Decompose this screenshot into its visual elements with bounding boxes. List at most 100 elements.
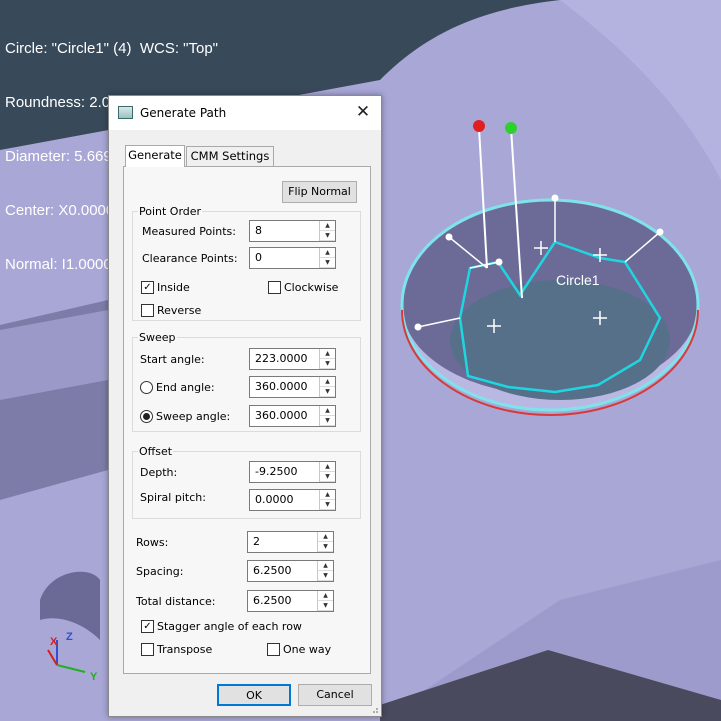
flip-normal-button[interactable]: Flip Normal [282, 181, 357, 203]
stagger-label[interactable]: Stagger angle of each row [157, 620, 302, 633]
dialog-titlebar[interactable]: Generate Path ✕ [109, 96, 381, 130]
stepper-up-icon[interactable]: ▲ [320, 406, 335, 416]
axis-z-label: Z [66, 631, 73, 643]
stepper-up-icon[interactable]: ▲ [320, 462, 335, 472]
stepper-down-icon[interactable]: ▼ [320, 231, 335, 241]
one-way-label[interactable]: One way [283, 643, 331, 656]
close-icon[interactable]: ✕ [353, 102, 373, 122]
cancel-button[interactable]: Cancel [298, 684, 372, 706]
stepper-arrows[interactable]: ▲ ▼ [317, 532, 333, 552]
clearance-points-value[interactable]: 0 [255, 251, 262, 264]
axis-y-label: Y [90, 671, 98, 683]
hole-bottom [450, 280, 670, 400]
start-angle-label: Start angle: [140, 353, 205, 366]
tab-cmm-settings[interactable]: CMM Settings [186, 146, 274, 166]
start-angle-stepper[interactable]: 223.0000 ▲ ▼ [249, 348, 336, 370]
clearance-points-stepper[interactable]: 0 ▲ ▼ [249, 247, 336, 269]
probe-tip [414, 323, 422, 331]
stepper-arrows[interactable]: ▲ ▼ [319, 462, 335, 482]
spacing-stepper[interactable]: 6.2500 ▲ ▼ [247, 560, 334, 582]
probe-tip [551, 194, 559, 202]
total-distance-value[interactable]: 6.2500 [253, 594, 292, 607]
stepper-up-icon[interactable]: ▲ [320, 349, 335, 359]
end-angle-stepper[interactable]: 360.0000 ▲ ▼ [249, 376, 336, 398]
app-window-icon [118, 106, 133, 119]
spiral-pitch-stepper[interactable]: 0.0000 ▲ ▼ [249, 489, 336, 511]
feature-label[interactable]: Circle1 [556, 272, 600, 288]
sweep-angle-radio[interactable] [140, 410, 153, 423]
generate-tab-panel: Flip Normal Point Order Measured Points:… [123, 166, 371, 674]
one-way-checkbox[interactable] [267, 643, 280, 656]
stepper-down-icon[interactable]: ▼ [320, 500, 335, 510]
tab-generate[interactable]: Generate [125, 145, 185, 167]
stepper-up-icon[interactable]: ▲ [320, 248, 335, 258]
measured-points-label: Measured Points: [142, 225, 236, 238]
end-angle-value[interactable]: 360.0000 [255, 380, 308, 393]
reverse-checkbox[interactable] [141, 304, 154, 317]
transpose-checkbox[interactable] [141, 643, 154, 656]
stepper-arrows[interactable]: ▲ ▼ [317, 561, 333, 581]
sweep-angle-label[interactable]: Sweep angle: [156, 410, 230, 423]
stepper-down-icon[interactable]: ▼ [318, 601, 333, 611]
axis-x-label: X [50, 636, 58, 648]
stepper-up-icon[interactable]: ▲ [320, 221, 335, 231]
stepper-arrows[interactable]: ▲ ▼ [319, 349, 335, 369]
measured-points-stepper[interactable]: 8 ▲ ▼ [249, 220, 336, 242]
spiral-pitch-value[interactable]: 0.0000 [255, 493, 294, 506]
stepper-arrows[interactable]: ▲ ▼ [319, 221, 335, 241]
stagger-checkbox[interactable]: ✓ [141, 620, 154, 633]
info-circle-line: Circle: "Circle1" (4) WCS: "Top" [5, 40, 218, 57]
reverse-label[interactable]: Reverse [157, 304, 201, 317]
rows-value[interactable]: 2 [253, 535, 260, 548]
dialog-title: Generate Path [140, 106, 227, 120]
total-distance-stepper[interactable]: 6.2500 ▲ ▼ [247, 590, 334, 612]
rows-label: Rows: [136, 536, 169, 549]
depth-stepper[interactable]: -9.2500 ▲ ▼ [249, 461, 336, 483]
inside-label[interactable]: Inside [157, 281, 190, 294]
stepper-down-icon[interactable]: ▼ [320, 258, 335, 268]
stepper-up-icon[interactable]: ▲ [320, 377, 335, 387]
stepper-down-icon[interactable]: ▼ [318, 542, 333, 552]
stepper-arrows[interactable]: ▲ ▼ [317, 591, 333, 611]
offset-label: Offset [138, 445, 174, 458]
point-order-label: Point Order [138, 205, 203, 218]
clockwise-checkbox[interactable] [268, 281, 281, 294]
stepper-down-icon[interactable]: ▼ [320, 416, 335, 426]
stepper-down-icon[interactable]: ▼ [320, 359, 335, 369]
end-angle-radio[interactable] [140, 381, 153, 394]
inside-checkbox[interactable]: ✓ [141, 281, 154, 294]
stepper-up-icon[interactable]: ▲ [318, 532, 333, 542]
sweep-angle-stepper[interactable]: 360.0000 ▲ ▼ [249, 405, 336, 427]
total-distance-label: Total distance: [136, 595, 216, 608]
spacing-label: Spacing: [136, 565, 184, 578]
stepper-down-icon[interactable]: ▼ [320, 387, 335, 397]
stepper-arrows[interactable]: ▲ ▼ [319, 377, 335, 397]
probe-tip [656, 228, 664, 236]
generate-path-dialog: Generate Path ✕ Generate CMM Settings Fl… [108, 95, 382, 717]
ok-button[interactable]: OK [217, 684, 291, 706]
stepper-arrows[interactable]: ▲ ▼ [319, 406, 335, 426]
end-angle-label[interactable]: End angle: [156, 381, 215, 394]
end-point-marker[interactable] [505, 122, 517, 134]
sweep-angle-value[interactable]: 360.0000 [255, 409, 308, 422]
clockwise-label[interactable]: Clockwise [284, 281, 338, 294]
transpose-label[interactable]: Transpose [157, 643, 212, 656]
probe-tip [445, 233, 453, 241]
depth-value[interactable]: -9.2500 [255, 465, 297, 478]
start-angle-value[interactable]: 223.0000 [255, 352, 308, 365]
stepper-arrows[interactable]: ▲ ▼ [319, 248, 335, 268]
measured-points-value[interactable]: 8 [255, 224, 262, 237]
depth-label: Depth: [140, 466, 178, 479]
spacing-value[interactable]: 6.2500 [253, 564, 292, 577]
rows-stepper[interactable]: 2 ▲ ▼ [247, 531, 334, 553]
stepper-up-icon[interactable]: ▲ [318, 591, 333, 601]
stepper-down-icon[interactable]: ▼ [320, 472, 335, 482]
stepper-up-icon[interactable]: ▲ [318, 561, 333, 571]
probe-tip [495, 258, 503, 266]
stepper-up-icon[interactable]: ▲ [320, 490, 335, 500]
stepper-down-icon[interactable]: ▼ [318, 571, 333, 581]
spiral-pitch-label: Spiral pitch: [140, 491, 206, 504]
stepper-arrows[interactable]: ▲ ▼ [319, 490, 335, 510]
resize-grip-icon[interactable] [371, 706, 379, 714]
start-point-marker[interactable] [473, 120, 485, 132]
